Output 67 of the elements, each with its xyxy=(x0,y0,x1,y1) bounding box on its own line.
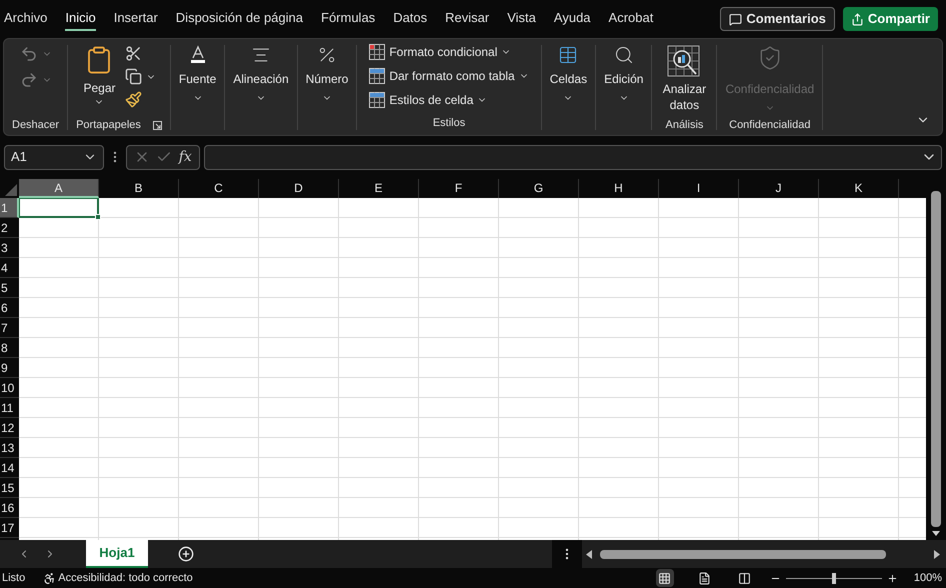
group-label: Estilos xyxy=(432,117,466,129)
ribbon-tab[interactable]: Vista xyxy=(507,7,536,31)
redo-icon xyxy=(20,71,38,89)
scroll-left-icon[interactable] xyxy=(586,550,592,558)
undo-icon xyxy=(20,45,38,63)
ribbon-tab[interactable]: Insertar xyxy=(114,7,158,31)
ribbon-tab[interactable]: Fórmulas xyxy=(321,7,376,31)
ribbon-tab[interactable]: Acrobat xyxy=(608,7,654,31)
ribbon-dropdown-button[interactable]: Número xyxy=(306,41,348,103)
scissors-icon xyxy=(125,45,142,62)
view-button[interactable] xyxy=(656,569,674,587)
format-painter-icon xyxy=(125,91,142,108)
zoom-in-icon[interactable] xyxy=(886,572,898,584)
ribbon-dropdown-button[interactable]: Alineación xyxy=(233,41,289,103)
ribbon-dropdown-button: Confidencialidad xyxy=(725,41,814,113)
ribbon-dropdown-button[interactable]: Celdas xyxy=(550,41,588,103)
ribbon-tab[interactable]: Datos xyxy=(393,7,428,31)
zoom-slider-thumb[interactable] xyxy=(832,572,836,584)
accessibility-icon xyxy=(43,572,56,584)
accessibility-button[interactable]: Accesibilidad: todo correcto xyxy=(43,570,193,586)
formula-input[interactable] xyxy=(204,144,942,170)
select-all-icon[interactable] xyxy=(5,184,17,196)
table-style-icon xyxy=(369,92,386,108)
comments-button[interactable]: Comentarios xyxy=(720,7,835,31)
dialog-launcher-icon[interactable] xyxy=(152,120,162,130)
insert-function-button[interactable]: fx xyxy=(178,146,192,168)
styles-menu-button[interactable]: Formato condicional xyxy=(369,43,529,61)
comment-icon xyxy=(729,12,742,26)
cell-grid[interactable] xyxy=(19,198,926,540)
name-box[interactable]: A1 xyxy=(4,144,104,170)
status-text: Listo xyxy=(2,570,26,586)
group-label: Análisis xyxy=(665,118,704,133)
group-label: Confidencialidad xyxy=(729,118,810,133)
group-label: Portapapeles xyxy=(76,118,141,133)
ribbon-dropdown-button[interactable]: Fuente xyxy=(178,41,216,103)
ribbon-tab[interactable]: Archivo xyxy=(4,7,48,31)
group-label: Deshacer xyxy=(12,118,60,133)
analyze-data-button[interactable]: Analizar datos xyxy=(660,41,708,113)
ribbon-tab[interactable]: Inicio xyxy=(65,7,96,31)
scroll-down-icon[interactable] xyxy=(932,531,940,536)
table-icon xyxy=(558,45,578,65)
paste-button[interactable]: Pegar xyxy=(81,45,118,108)
search-icon xyxy=(614,45,634,65)
copy-icon xyxy=(125,68,142,85)
ribbon-tab[interactable]: Ayuda xyxy=(554,7,591,31)
ribbon-dropdown-button[interactable]: Edición xyxy=(604,41,644,103)
zoom-level[interactable]: 100% xyxy=(914,570,942,586)
styles-menu-button[interactable]: Estilos de celda xyxy=(369,91,529,109)
sheet-tab[interactable]: Hoja1 xyxy=(86,540,148,568)
ribbon-tab[interactable]: Disposición de página xyxy=(176,7,303,31)
ribbon-tab[interactable]: Revisar xyxy=(445,7,490,31)
view-icon xyxy=(698,572,712,584)
table-style-icon xyxy=(369,44,386,60)
share-button[interactable]: Compartir xyxy=(842,7,938,31)
share-icon xyxy=(850,12,864,26)
analyze-data-icon xyxy=(667,45,702,77)
view-icon xyxy=(738,572,752,584)
view-icon xyxy=(658,572,672,584)
add-sheet-icon[interactable] xyxy=(178,546,194,562)
row-header[interactable]: 1 xyxy=(0,198,19,218)
redo-button[interactable] xyxy=(20,71,52,89)
undo-button[interactable] xyxy=(20,45,52,63)
column-header[interactable]: A xyxy=(19,179,99,198)
table-style-icon xyxy=(369,68,386,84)
scroll-right-icon[interactable] xyxy=(934,550,940,558)
styles-menu-button[interactable]: Dar formato como tabla xyxy=(369,67,529,85)
active-cell[interactable] xyxy=(19,198,99,218)
